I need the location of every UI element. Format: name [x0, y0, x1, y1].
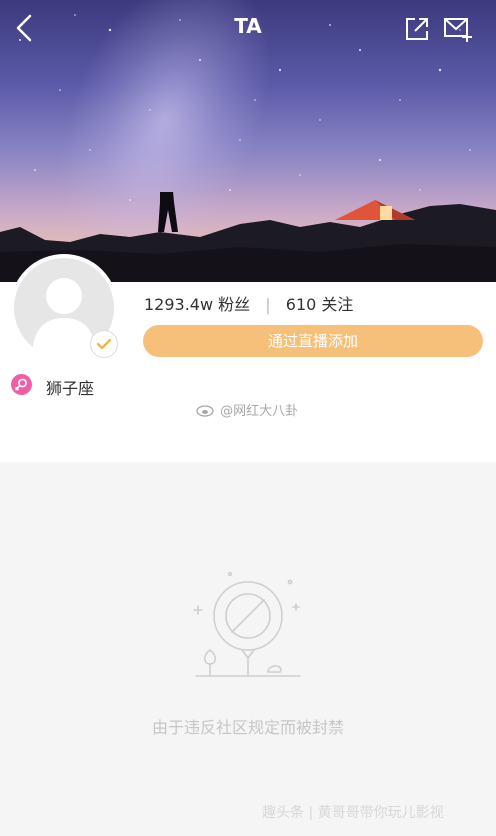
add-via-live-button[interactable]: 通过直播添加	[143, 325, 483, 357]
fans-label[interactable]: 粉丝	[218, 295, 250, 314]
following-count[interactable]: 610	[286, 295, 317, 314]
footer-watermark: 趣头条 | 黄哥哥带你玩儿影视	[262, 805, 444, 821]
share-out-icon	[406, 18, 428, 40]
zodiac-badge	[11, 374, 32, 395]
verified-badge	[90, 330, 118, 358]
weibo-watermark: @网红大八卦	[196, 400, 298, 419]
fans-count[interactable]: 1293.4w	[144, 295, 213, 314]
female-symbol-icon	[15, 378, 27, 391]
back-button[interactable]	[8, 10, 44, 46]
chevron-left-icon	[16, 14, 32, 42]
check-icon	[96, 338, 112, 350]
message-button[interactable]	[442, 14, 474, 44]
banned-illustration	[193, 571, 301, 677]
top-bar: TA	[0, 0, 496, 56]
share-button[interactable]	[402, 14, 432, 44]
mail-plus-icon	[444, 18, 472, 42]
stats-separator: |	[265, 295, 271, 314]
banned-message: 由于违反社区规定而被封禁	[151, 718, 344, 737]
following-label[interactable]: 关注	[321, 295, 353, 314]
weibo-watermark-text: @网红大八卦	[220, 404, 299, 419]
weibo-icon	[196, 405, 214, 417]
follow-stats: 1293.4w 粉丝 | 610 关注	[144, 291, 353, 315]
zodiac-label: 狮子座	[46, 379, 95, 398]
